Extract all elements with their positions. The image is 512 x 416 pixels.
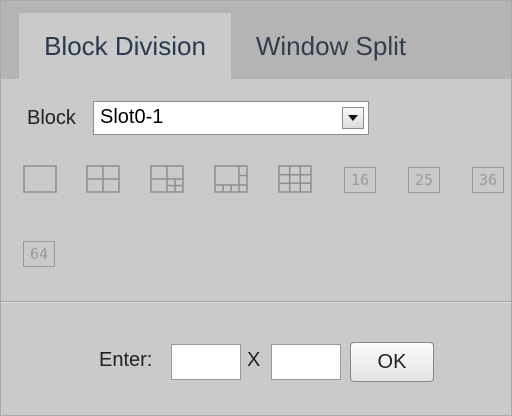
tab-label: Block Division xyxy=(44,30,206,61)
dropdown-arrow-icon[interactable] xyxy=(342,107,364,129)
block-select-value: Slot0-1 xyxy=(100,106,164,128)
rows-input[interactable] xyxy=(171,344,241,380)
ok-button[interactable]: OK xyxy=(350,342,434,382)
nine-view-icon[interactable] xyxy=(278,165,312,193)
eight-view-icon[interactable] xyxy=(214,165,248,193)
quad-view-icon[interactable] xyxy=(86,165,120,193)
tab-bar: Block Division Window Split xyxy=(1,1,511,79)
tab-window-split[interactable]: Window Split xyxy=(231,13,431,79)
tab-label: Window Split xyxy=(255,30,407,61)
six-view-icon[interactable] xyxy=(150,165,184,193)
section-divider-highlight xyxy=(1,302,511,303)
twenty-five-view-label: 25 xyxy=(414,171,434,189)
sixteen-view-icon[interactable]: 16 xyxy=(344,167,376,193)
twenty-five-view-icon[interactable]: 25 xyxy=(408,167,440,193)
sixty-four-view-label: 64 xyxy=(29,245,49,263)
sixteen-view-label: 16 xyxy=(350,171,370,189)
enter-label: Enter: xyxy=(99,349,153,371)
split-panel: Block Division Window Split Block Slot0-… xyxy=(0,0,512,416)
columns-input[interactable] xyxy=(271,344,341,380)
single-view-icon[interactable] xyxy=(23,165,57,193)
thirty-six-view-label: 36 xyxy=(478,171,498,189)
block-select[interactable]: Slot0-1 xyxy=(93,101,369,135)
times-label: X xyxy=(247,349,261,371)
ok-button-label: OK xyxy=(377,350,407,373)
thirty-six-view-icon[interactable]: 36 xyxy=(472,167,504,193)
tab-block-division[interactable]: Block Division xyxy=(19,13,231,79)
sixty-four-view-icon[interactable]: 64 xyxy=(23,241,55,267)
block-label: Block xyxy=(27,107,76,129)
